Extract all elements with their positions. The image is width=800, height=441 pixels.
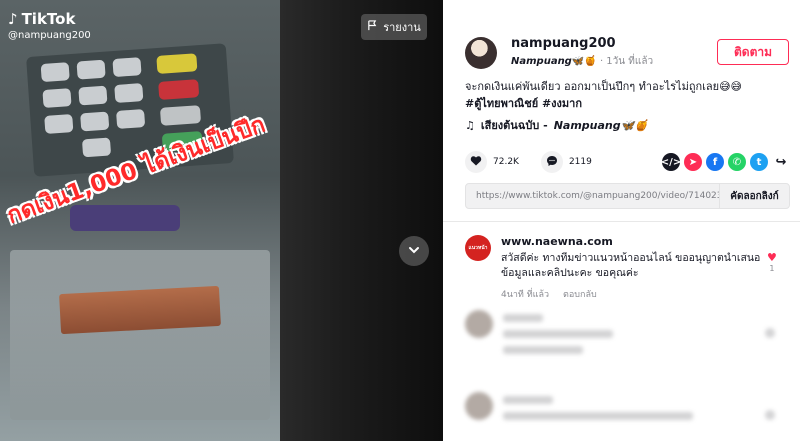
video-frame: กดเงิน1,000 ได้เงินเป็นปึก bbox=[0, 0, 280, 441]
music-artist: Nampuang🦋🍯 bbox=[553, 118, 649, 132]
share-buttons: </> ➤ f ✆ t ↪ bbox=[661, 153, 790, 171]
author-info[interactable]: nampuang200 Nampuang🦋🍯 · 1วัน ที่แล้ว bbox=[465, 36, 653, 69]
post-time: · 1วัน ที่แล้ว bbox=[599, 56, 654, 67]
heart-icon bbox=[470, 155, 482, 170]
whatsapp-icon[interactable]: ✆ bbox=[728, 153, 746, 171]
post-hashtags[interactable]: #ตู้ไทยพาณิชย์ #งงมาก bbox=[465, 95, 785, 112]
video-background bbox=[280, 0, 443, 441]
comment-like-button[interactable]: ♥ 1 bbox=[767, 251, 777, 273]
comment-author[interactable]: www.naewna.com bbox=[501, 235, 763, 248]
send-to-friends-icon[interactable]: ➤ bbox=[684, 153, 702, 171]
report-label: รายงาน bbox=[383, 21, 421, 34]
more-share-icon[interactable]: ↪ bbox=[772, 153, 790, 171]
share-link-url[interactable]: https://www.tiktok.com/@nampuang200/vide… bbox=[466, 191, 719, 201]
share-link-box: https://www.tiktok.com/@nampuang200/vide… bbox=[465, 183, 790, 209]
twitter-icon[interactable]: t bbox=[750, 153, 768, 171]
tiktok-brand-text: TikTok bbox=[21, 10, 76, 28]
heart-icon: ♥ bbox=[767, 251, 777, 264]
comment-button[interactable] bbox=[540, 151, 563, 173]
follow-button[interactable]: ติดตาม bbox=[717, 39, 789, 65]
video-player[interactable]: กดเงิน1,000 ได้เงินเป็นปึก ♪ TikTok @nam… bbox=[0, 0, 443, 441]
action-bar: 72.2K 2119 </> ➤ f ✆ t ↪ bbox=[465, 150, 790, 174]
music-prefix: เสียงต้นฉบับ - bbox=[480, 119, 548, 132]
embed-icon[interactable]: </> bbox=[661, 153, 681, 171]
comment-time: 4นาที ที่แล้ว bbox=[501, 290, 550, 300]
banknotes-image bbox=[59, 285, 221, 335]
copy-link-button[interactable]: คัดลอกลิงก์ bbox=[719, 184, 789, 208]
author-avatar[interactable] bbox=[465, 36, 497, 69]
author-username[interactable]: nampuang200 bbox=[511, 36, 653, 51]
flag-icon bbox=[367, 20, 378, 34]
like-count: 72.2K bbox=[493, 157, 519, 167]
cash-tray-image bbox=[10, 250, 270, 420]
comment-reply-button[interactable]: ตอบกลับ bbox=[563, 290, 597, 300]
music-note-icon: ♫ bbox=[465, 118, 475, 132]
comment-like-count: 1 bbox=[769, 264, 775, 273]
detail-panel: nampuang200 Nampuang🦋🍯 · 1วัน ที่แล้ว ติ… bbox=[443, 0, 800, 441]
author-nickname-emoji: 🦋🍯 bbox=[571, 56, 597, 67]
video-username-watermark: @nampuang200 bbox=[8, 30, 91, 41]
music-link[interactable]: ♫ เสียงต้นฉบับ - Nampuang🦋🍯 bbox=[465, 116, 648, 134]
post-description: จะกดเงินแค่พันเดียว ออกมาเป็นปึกๆ ทำอะไร… bbox=[465, 78, 785, 112]
tiktok-note-icon: ♪ bbox=[8, 10, 18, 28]
section-divider bbox=[443, 221, 800, 222]
report-button[interactable]: รายงาน bbox=[361, 14, 427, 40]
comment-count: 2119 bbox=[568, 157, 592, 167]
comment-icon bbox=[546, 155, 558, 170]
author-subline: Nampuang🦋🍯 · 1วัน ที่แล้ว bbox=[511, 54, 653, 69]
next-video-button[interactable] bbox=[399, 236, 429, 266]
comment-avatar[interactable]: แนวหน้า bbox=[465, 235, 491, 261]
blurred-comment bbox=[465, 310, 790, 370]
comment-text: สวัสดีค่ะ ทางทีมข่าวแนวหน้าออนไลน์ ขออนุ… bbox=[501, 252, 761, 279]
card-slot-image bbox=[70, 205, 180, 231]
chevron-down-icon bbox=[407, 242, 421, 261]
blurred-comment bbox=[465, 392, 790, 441]
author-nickname: Nampuang bbox=[511, 56, 572, 67]
tiktok-logo: ♪ TikTok bbox=[8, 10, 75, 28]
facebook-icon[interactable]: f bbox=[706, 153, 724, 171]
like-button[interactable] bbox=[465, 151, 487, 173]
post-description-text: จะกดเงินแค่พันเดียว ออกมาเป็นปึกๆ ทำอะไร… bbox=[465, 80, 743, 93]
